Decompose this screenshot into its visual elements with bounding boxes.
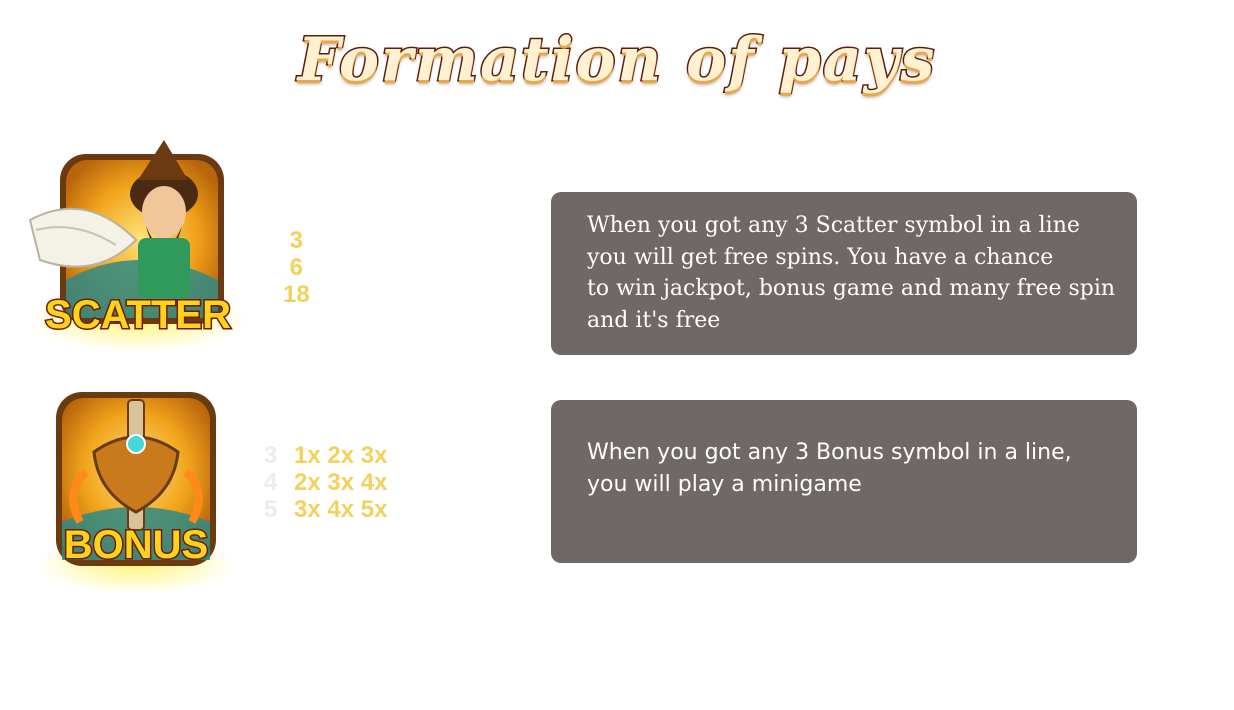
svg-text:SCATTER: SCATTER bbox=[45, 293, 231, 337]
bonus-symbol-icon: BONUS bbox=[24, 372, 248, 596]
bonus-pay-row: 4 2x 3x 4x bbox=[264, 469, 387, 496]
bonus-pay-value: 3x 4x 5x bbox=[294, 496, 388, 523]
bonus-pay-value: 2x 3x 4x bbox=[294, 469, 388, 496]
scatter-pay-value: 18 bbox=[283, 281, 310, 308]
bonus-description-line: you will play a minigame bbox=[587, 471, 862, 497]
bonus-description-line: When you got any 3 Bonus symbol in a lin… bbox=[587, 440, 1072, 465]
scatter-pay-value: 6 bbox=[289, 254, 304, 281]
scatter-description-box: When you got any 3 Scatter symbol in a l… bbox=[551, 192, 1137, 355]
bonus-pay-count: 5 bbox=[264, 496, 278, 523]
bonus-pay-count: 4 bbox=[264, 469, 278, 496]
scatter-description-line: you will get free spins. You have a chan… bbox=[587, 244, 1054, 270]
scatter-description-line: and it's free bbox=[587, 307, 721, 333]
page-title: Formation of pays bbox=[296, 24, 937, 97]
bonus-pays: 3 1x 2x 3x 4 2x 3x 4x 5 3x 4x 5x bbox=[264, 442, 387, 523]
scatter-description-line: When you got any 3 Scatter symbol in a l… bbox=[587, 213, 1080, 238]
bonus-pay-row: 5 3x 4x 5x bbox=[264, 496, 387, 523]
scatter-description-line: to win jackpot, bonus game and many free… bbox=[587, 276, 1116, 301]
scatter-symbol-icon: SCATTER bbox=[26, 130, 250, 354]
bonus-pay-count: 3 bbox=[264, 442, 278, 469]
paytable-page: Formation of pays SCATTER 3 6 18 When yo… bbox=[0, 0, 1234, 710]
bonus-pay-value: 1x 2x 3x bbox=[294, 442, 388, 469]
scatter-pays: 3 6 18 bbox=[283, 227, 310, 308]
svg-text:BONUS: BONUS bbox=[64, 523, 208, 567]
bonus-description-box: When you got any 3 Bonus symbol in a lin… bbox=[551, 400, 1137, 563]
scatter-pay-value: 3 bbox=[289, 227, 304, 254]
bonus-pay-row: 3 1x 2x 3x bbox=[264, 442, 387, 469]
